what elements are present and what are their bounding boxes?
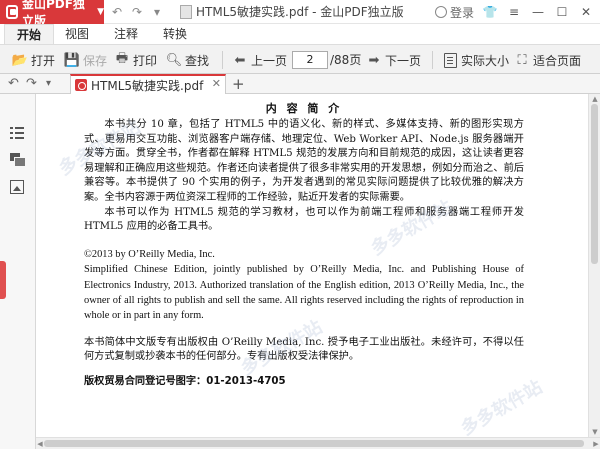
actual-size-icon (442, 52, 458, 68)
redo-icon[interactable]: ↷ (130, 5, 144, 19)
quick-access-toolbar: ↶ ↷ ▾ (110, 0, 164, 24)
search-icon: 🔍︎ (165, 52, 183, 68)
new-tab-button[interactable]: + (232, 74, 245, 94)
images-button[interactable] (8, 178, 26, 196)
close-tab-icon[interactable]: ✕ (212, 77, 221, 90)
window-controls: 登录 👕 ≡ — ☐ ✕ (434, 0, 600, 24)
scroll-right-arrow-icon[interactable]: ▶ (592, 438, 600, 450)
ribbon-tabs: 开始 视图 注释 转换 (0, 24, 600, 44)
window-title-text: HTML5敏捷实践.pdf - 金山PDF独立版 (196, 5, 404, 19)
toolbar-divider (432, 51, 433, 69)
tab-convert[interactable]: 转换 (160, 24, 190, 44)
tab-start[interactable]: 开始 (4, 24, 54, 44)
close-button[interactable]: ✕ (578, 5, 594, 19)
horizontal-scrollbar[interactable]: ◀ ▶ (36, 437, 600, 449)
thumbnails-button[interactable] (8, 150, 26, 168)
prev-page-button[interactable]: ⬅ 上一页 (232, 45, 287, 75)
page-total: /88页 (330, 53, 362, 67)
window-title: HTML5敏捷实践.pdf - 金山PDF独立版 (180, 0, 404, 24)
horizontal-scroll-thumb[interactable] (44, 440, 584, 447)
user-icon (434, 6, 447, 18)
redo-icon[interactable]: ↷ (26, 74, 37, 94)
main-toolbar: 📂 打开 💾 保存 🖶 打印 🔍︎ 查找 ⬅ 上一页 2 /88页 ➡ 下一页 … (0, 44, 600, 74)
list-icon (10, 127, 24, 139)
document-tab-label: HTML5敏捷实践.pdf (91, 78, 204, 93)
next-page-label: 下一页 (385, 53, 422, 68)
scroll-left-arrow-icon[interactable]: ◀ (36, 438, 44, 450)
menu-icon[interactable]: ≡ (506, 5, 522, 19)
intro-paragraph: 本书共分 10 章，包括了 HTML5 中的语义化、新的样式、多媒体支持、新的图… (84, 119, 524, 203)
open-label: 打开 (31, 53, 56, 68)
fit-page-label: 适合页面 (533, 53, 582, 68)
actual-size-button[interactable]: 实际大小 (442, 45, 509, 75)
document-tab-bar: ↶ ↷ ▾ HTML5敏捷实践.pdf ✕ + (0, 74, 600, 94)
minimize-button[interactable]: — (530, 5, 546, 19)
vertical-scrollbar[interactable]: ▲ ▼ (588, 94, 600, 437)
pdf-page: 内 容 简 介 本书共分 10 章，包括了 HTML5 中的语义化、新的样式、多… (84, 100, 524, 390)
undo-icon[interactable]: ↶ (110, 5, 124, 19)
save-label: 保存 (83, 53, 108, 68)
scroll-up-arrow-icon[interactable]: ▲ (589, 94, 600, 104)
image-icon (10, 180, 24, 194)
printer-icon: 🖶 (115, 51, 129, 66)
actual-size-label: 实际大小 (461, 53, 510, 68)
edition-paragraph: Simplified Chinese Edition, jointly publ… (84, 264, 524, 322)
pages-icon (10, 153, 26, 167)
login-button[interactable]: 登录 (434, 4, 474, 21)
save-icon: 💾 (63, 52, 81, 68)
page-heading: 内 容 简 介 (265, 102, 343, 115)
chevron-down-icon[interactable]: ▾ (46, 74, 51, 94)
open-button[interactable]: 📂 打开 (12, 45, 55, 75)
arrow-left-icon: ⬅ (234, 52, 246, 68)
fit-page-icon: ⛶ (517, 52, 527, 68)
title-bar: 金山PDF独立版 ▼ ↶ ↷ ▾ HTML5敏捷实践.pdf - 金山PDF独立… (0, 0, 600, 28)
find-button[interactable]: 🔍︎ 查找 (166, 45, 209, 75)
maximize-button[interactable]: ☐ (554, 5, 570, 19)
sidebar-expand-handle[interactable] (0, 261, 6, 299)
document-icon (180, 5, 192, 19)
folder-icon: 📂 (11, 52, 29, 68)
scroll-down-arrow-icon[interactable]: ▼ (589, 427, 600, 437)
customize-icon[interactable]: ▾ (150, 5, 164, 19)
document-tab[interactable]: HTML5敏捷实践.pdf ✕ (70, 74, 226, 94)
vertical-scroll-thumb[interactable] (591, 104, 598, 264)
tab-annotate[interactable]: 注释 (111, 24, 141, 44)
app-menu-button[interactable]: 金山PDF独立版 ▼ (0, 0, 104, 28)
page-number-input[interactable]: 2 (292, 51, 328, 69)
prev-page-label: 上一页 (251, 53, 288, 68)
outline-button[interactable] (8, 124, 26, 142)
copyright-line: ©2013 by O’Reilly Media, Inc. (84, 248, 215, 260)
fit-page-button[interactable]: ⛶ 适合页面 (514, 45, 581, 75)
skin-icon[interactable]: 👕 (482, 5, 498, 19)
print-button[interactable]: 🖶 打印 (114, 45, 157, 75)
rights-paragraph: 本书简体中文版专有出版权由 O’Reilly Media, Inc. 授予电子工… (84, 336, 524, 363)
print-label: 打印 (133, 53, 158, 68)
pdf-file-icon (75, 79, 87, 91)
save-button[interactable]: 💾 保存 (64, 45, 107, 75)
left-sidebar (0, 94, 36, 449)
document-viewer[interactable]: 内 容 简 介 本书共分 10 章，包括了 HTML5 中的语义化、新的样式、多… (36, 94, 588, 437)
next-page-button[interactable]: ➡ 下一页 (366, 45, 421, 75)
chevron-down-icon: ▼ (97, 7, 104, 17)
login-label: 登录 (449, 5, 474, 20)
toolbar-divider (222, 51, 223, 69)
registration-number: 版权贸易合同登记号图字：01-2013-4705 (84, 375, 286, 387)
find-label: 查找 (185, 53, 210, 68)
usage-paragraph: 本书可以作为 HTML5 规范的学习教材，也可以作为前端工程师和服务器端工程师开… (84, 206, 524, 233)
arrow-right-icon: ➡ (368, 52, 380, 68)
undo-icon[interactable]: ↶ (8, 74, 19, 94)
tab-view[interactable]: 视图 (62, 24, 92, 44)
app-logo-icon (6, 5, 18, 19)
